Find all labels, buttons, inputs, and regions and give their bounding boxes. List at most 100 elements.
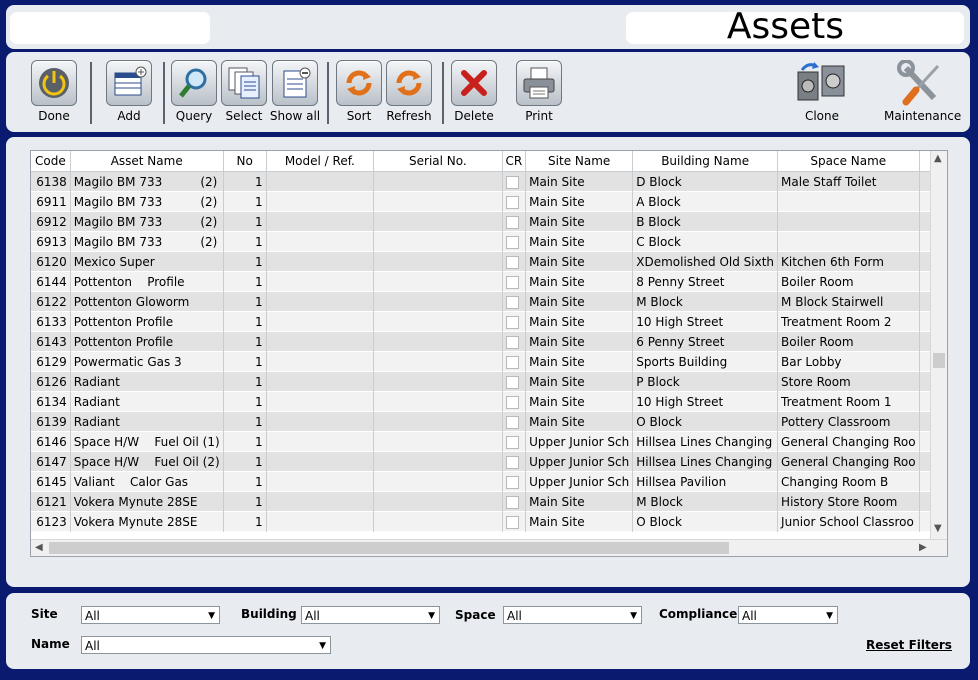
maintenance-button[interactable]: Maintenance xyxy=(884,60,961,123)
vertical-scroll-thumb[interactable] xyxy=(933,353,945,368)
asset-cell: Pottenton Gloworm xyxy=(70,291,224,312)
scroll-up-icon[interactable]: ▲ xyxy=(934,153,942,164)
asset-cell: Magilo BM 733 (2) xyxy=(70,211,224,232)
building-cell: 10 High Street xyxy=(632,311,779,332)
table-row[interactable]: 6912 Magilo BM 733 (2) 1 Main Site B Block xyxy=(31,211,947,232)
horizontal-scrollbar[interactable]: ◀ ▶ xyxy=(31,539,947,556)
cr-checkbox[interactable] xyxy=(505,355,519,369)
clone-button[interactable]: Clone xyxy=(794,60,850,123)
cr-checkbox[interactable] xyxy=(505,475,519,489)
cr-checkbox[interactable] xyxy=(505,255,519,269)
add-button[interactable]: Add xyxy=(101,60,157,123)
cr-checkbox[interactable] xyxy=(505,215,519,229)
site-cell: Main Site xyxy=(525,331,634,352)
query-button[interactable]: Query xyxy=(166,60,222,123)
col-header-serial-no[interactable]: Serial No. xyxy=(373,151,503,172)
table-row[interactable]: 6911 Magilo BM 733 (2) 1 Main Site A Block xyxy=(31,191,947,212)
empty-cell xyxy=(266,271,375,292)
col-header-model-ref[interactable]: Model / Ref. xyxy=(266,151,375,172)
col-header-building-name[interactable]: Building Name xyxy=(632,151,779,172)
building-filter-select[interactable]: All ▼ xyxy=(301,606,440,624)
name-filter-select[interactable]: All ▼ xyxy=(81,636,331,654)
query-label: Query xyxy=(175,109,213,123)
clone-label: Clone xyxy=(804,109,840,123)
table-row[interactable]: 6144 Pottenton Profile 1 Main Site 8 Penny S… xyxy=(31,271,947,292)
empty-cell xyxy=(266,511,375,532)
table-row[interactable]: 6133 Pottenton Profile 1 Main Site 10 High S… xyxy=(31,311,947,332)
table-row[interactable]: 6139 Radiant 1 Main Site O Block Pottery Clas… xyxy=(31,411,947,432)
code-cell: 6911 xyxy=(31,191,71,212)
cr-checkbox[interactable] xyxy=(505,315,519,329)
cr-checkbox[interactable] xyxy=(505,515,519,529)
no-cell: 1 xyxy=(223,471,267,492)
code-cell: 6134 xyxy=(31,391,71,412)
table-row[interactable]: 6143 Pottenton Profile 1 Main Site 6 Penny S… xyxy=(31,331,947,352)
scroll-down-icon[interactable]: ▼ xyxy=(934,523,942,534)
cr-checkbox[interactable] xyxy=(505,375,519,389)
print-button[interactable]: Print xyxy=(511,60,567,123)
space-filter-value: All xyxy=(507,609,522,623)
cr-cell xyxy=(502,471,527,492)
no-cell: 1 xyxy=(223,391,267,412)
cr-checkbox[interactable] xyxy=(505,335,519,349)
vertical-scrollbar[interactable]: ▲ ▼ xyxy=(930,151,947,539)
table-row[interactable]: 6147 Space H/W Fuel Oil (2) 1 Upper Junior … xyxy=(31,451,947,472)
cr-checkbox[interactable] xyxy=(505,295,519,309)
select-button[interactable]: Select xyxy=(216,60,272,123)
scroll-right-icon[interactable]: ▶ xyxy=(919,542,927,553)
table-row[interactable]: 6134 Radiant 1 Main Site 10 High Street Treat… xyxy=(31,391,947,412)
empty-cell xyxy=(266,391,375,412)
table-row[interactable]: 6121 Vokera Mynute 28SE 1 Main Site M Block H… xyxy=(31,491,947,512)
cr-checkbox[interactable] xyxy=(505,235,519,249)
delete-x-icon xyxy=(451,60,497,106)
cr-checkbox[interactable] xyxy=(505,495,519,509)
table-row[interactable]: 6123 Vokera Mynute 28SE 1 Main Site O Block J… xyxy=(31,511,947,532)
code-cell: 6912 xyxy=(31,211,71,232)
col-header-code[interactable]: Code xyxy=(31,151,71,172)
table-row[interactable]: 6145 Valiant Calor Gas 1 Upper Junior Sch Hi… xyxy=(31,471,947,492)
delete-button[interactable]: Delete xyxy=(446,60,502,123)
space-filter-select[interactable]: All ▼ xyxy=(503,606,642,624)
code-cell: 6120 xyxy=(31,251,71,272)
compliance-filter-select[interactable]: All ▼ xyxy=(738,606,838,624)
space-cell xyxy=(777,211,920,232)
cr-checkbox[interactable] xyxy=(505,175,519,189)
site-cell: Main Site xyxy=(525,511,634,532)
horizontal-scroll-thumb[interactable] xyxy=(49,542,729,554)
table-row[interactable]: 6126 Radiant 1 Main Site P Block Store Room xyxy=(31,371,947,392)
assets-grid[interactable]: Code Asset Name No Model / Ref. Serial N… xyxy=(30,150,948,557)
asset-cell: Magilo BM 733 (2) xyxy=(70,191,224,212)
table-row[interactable]: 6129 Powermatic Gas 3 1 Main Site Sports Bui… xyxy=(31,351,947,372)
col-header-asset-name[interactable]: Asset Name xyxy=(70,151,224,172)
done-label: Done xyxy=(38,109,70,123)
table-row[interactable]: 6913 Magilo BM 733 (2) 1 Main Site C Block xyxy=(31,231,947,252)
site-filter-select[interactable]: All ▼ xyxy=(81,606,220,624)
no-cell: 1 xyxy=(223,291,267,312)
done-button[interactable]: Done xyxy=(26,60,82,123)
cr-checkbox[interactable] xyxy=(505,395,519,409)
scroll-left-icon[interactable]: ◀ xyxy=(35,542,43,553)
sort-arrows-icon xyxy=(336,60,382,106)
empty-cell xyxy=(373,391,503,412)
toolbar-separator xyxy=(327,62,329,124)
table-row[interactable]: 6146 Space H/W Fuel Oil (1) 1 Upper Junior … xyxy=(31,431,947,452)
sort-button[interactable]: Sort xyxy=(331,60,387,123)
cr-checkbox[interactable] xyxy=(505,275,519,289)
table-row[interactable]: 6120 Mexico Super 1 Main Site XDemolished Ol… xyxy=(31,251,947,272)
table-row[interactable]: 6122 Pottenton Gloworm 1 Main Site M Block M … xyxy=(31,291,947,312)
col-header-site-name[interactable]: Site Name xyxy=(525,151,634,172)
cr-checkbox[interactable] xyxy=(505,455,519,469)
table-row[interactable]: 6138 Magilo BM 733 (2) 1 Main Site D Block Ma… xyxy=(31,171,947,192)
show-all-button[interactable]: Show all xyxy=(267,60,323,123)
col-header-no[interactable]: No xyxy=(223,151,267,172)
site-cell: Main Site xyxy=(525,231,634,252)
safes-clone-icon xyxy=(797,62,845,101)
refresh-button[interactable]: Refresh xyxy=(381,60,437,123)
cr-checkbox[interactable] xyxy=(505,415,519,429)
col-header-cr[interactable]: CR xyxy=(502,151,527,172)
col-header-space-name[interactable]: Space Name xyxy=(777,151,920,172)
cr-checkbox[interactable] xyxy=(505,435,519,449)
code-cell: 6147 xyxy=(31,451,71,472)
reset-filters-link[interactable]: Reset Filters xyxy=(866,638,952,652)
cr-checkbox[interactable] xyxy=(505,195,519,209)
